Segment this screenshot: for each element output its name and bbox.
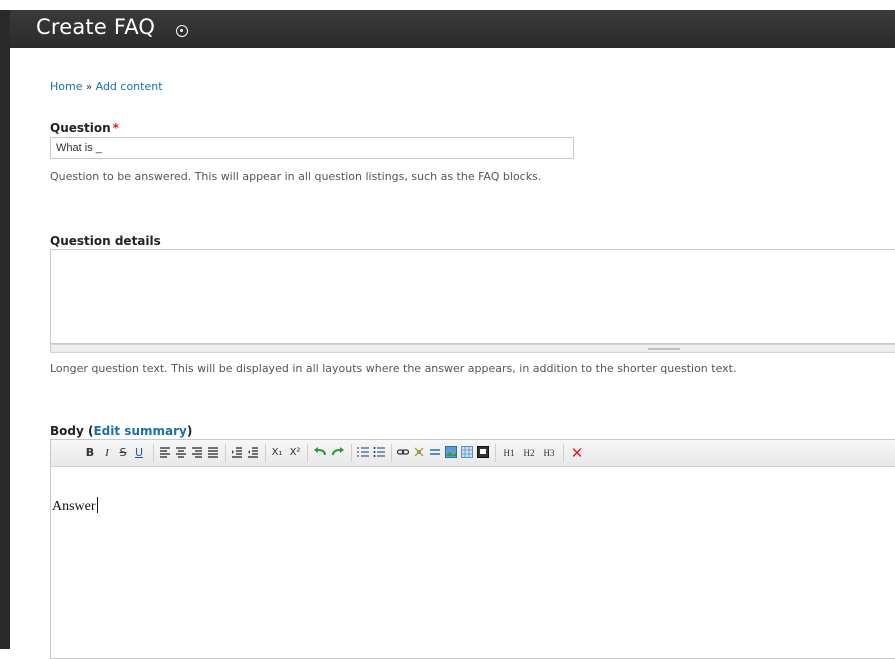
breadcrumb-add-content[interactable]: Add content xyxy=(96,80,163,93)
toolbar-separator xyxy=(351,444,352,462)
heading-1-button[interactable]: H1 xyxy=(501,444,517,462)
question-label: Question * xyxy=(50,121,119,135)
page-header: Create FAQ xyxy=(10,10,895,48)
text-caret xyxy=(96,497,98,513)
bullet-list-icon[interactable] xyxy=(373,446,385,458)
breadcrumb: Home » Add content xyxy=(50,80,163,93)
heading-2-button[interactable]: H2 xyxy=(521,444,537,462)
image-icon[interactable] xyxy=(445,446,457,458)
question-label-text: Question xyxy=(50,121,111,135)
outdent-icon[interactable] xyxy=(231,446,243,458)
circle-plus-icon[interactable] xyxy=(176,25,188,37)
grip-lines xyxy=(648,348,680,350)
question-input[interactable] xyxy=(50,137,574,159)
question-details-description: Longer question text. This will be displ… xyxy=(50,362,737,375)
redo-icon[interactable] xyxy=(331,446,345,458)
main-content: Home » Add content Question* Question to… xyxy=(10,48,895,659)
question-description: Question to be answered. This will appea… xyxy=(50,170,542,183)
body-editor[interactable]: B I S U X₁ X² H1 H2 H3 ✕ Answer xyxy=(50,439,895,659)
heading-3-button[interactable]: H3 xyxy=(541,444,557,462)
remove-format-button[interactable]: ✕ xyxy=(569,444,585,462)
toolbar-separator xyxy=(153,444,154,462)
indent-icon[interactable] xyxy=(247,446,259,458)
toolbar-separator xyxy=(225,444,226,462)
table-icon[interactable] xyxy=(461,446,473,458)
align-justify-icon[interactable] xyxy=(207,446,219,458)
toolbar-separator xyxy=(307,444,308,462)
breadcrumb-separator: » xyxy=(85,82,93,93)
superscript-button[interactable]: X² xyxy=(287,444,303,462)
top-strip xyxy=(0,0,895,10)
answer-text: Answer xyxy=(52,499,96,514)
strikethrough-button[interactable]: S xyxy=(117,444,129,462)
bold-button[interactable]: B xyxy=(83,444,97,462)
unlink-icon[interactable] xyxy=(413,446,425,458)
required-mark: * xyxy=(112,121,119,135)
link-icon[interactable] xyxy=(397,446,409,458)
anchor-icon[interactable] xyxy=(429,446,441,458)
breadcrumb-home[interactable]: Home xyxy=(50,80,82,93)
left-border xyxy=(0,10,10,649)
undo-icon[interactable] xyxy=(313,446,327,458)
textarea-resize-handle[interactable] xyxy=(50,344,895,353)
body-label-text: Body xyxy=(50,424,84,438)
body-label: Body (Edit summary) xyxy=(50,424,193,438)
question-details-label: Question details xyxy=(50,234,161,248)
align-center-icon[interactable] xyxy=(175,446,187,458)
italic-button[interactable]: I xyxy=(101,444,113,462)
question-details-textarea[interactable] xyxy=(50,249,895,344)
editor-toolbar: B I S U X₁ X² H1 H2 H3 ✕ xyxy=(51,440,895,467)
align-left-icon[interactable] xyxy=(159,446,171,458)
editor-content[interactable]: Answer xyxy=(52,497,98,515)
toolbar-separator xyxy=(391,444,392,462)
align-right-icon[interactable] xyxy=(191,446,203,458)
toolbar-separator xyxy=(265,444,266,462)
toolbar-separator xyxy=(563,444,564,462)
media-icon[interactable] xyxy=(477,446,489,458)
numbered-list-icon[interactable] xyxy=(357,446,369,458)
edit-summary-link[interactable]: Edit summary xyxy=(93,424,186,438)
underline-button[interactable]: U xyxy=(133,444,145,462)
toolbar-separator xyxy=(495,444,496,462)
page-title: Create FAQ xyxy=(36,15,156,39)
subscript-button[interactable]: X₁ xyxy=(269,444,285,462)
